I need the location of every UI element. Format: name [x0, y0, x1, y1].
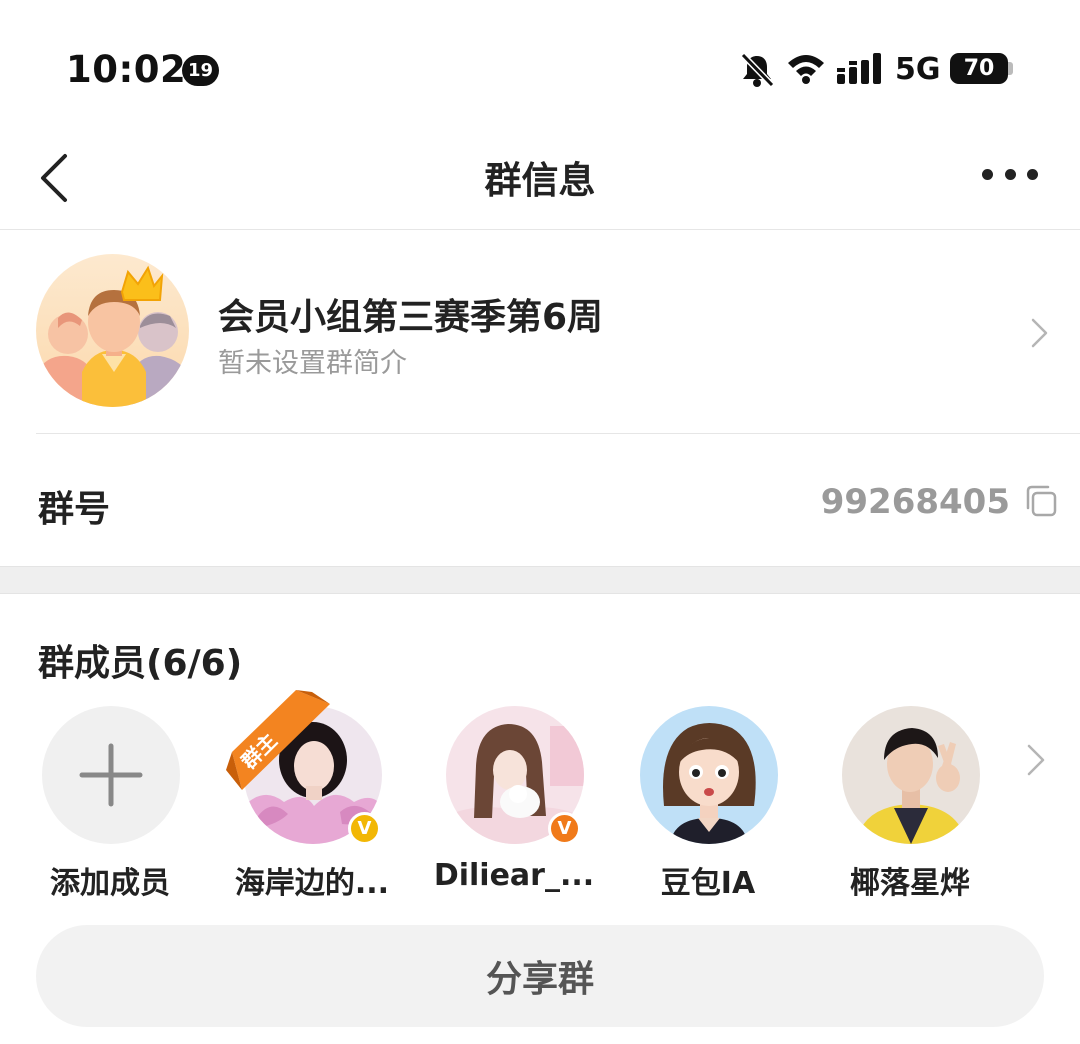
status-time: 10:02 [66, 48, 187, 91]
group-id-row: 群号 99268405 [0, 434, 1080, 566]
status-bar: 10:02 19 5G 70 [0, 0, 1080, 130]
nav-bar: 群信息 [0, 130, 1080, 230]
member-item[interactable]: 豆包IA [608, 706, 808, 901]
group-avatar [36, 254, 189, 407]
signal-icon [837, 53, 881, 84]
more-options-button[interactable] [972, 156, 1048, 192]
page-title: 群信息 [484, 159, 596, 202]
section-divider [0, 566, 1080, 594]
member-name: 豆包IA [660, 866, 756, 901]
battery-icon: 70 [950, 53, 1008, 84]
group-id-label: 群号 [38, 489, 111, 530]
share-group-button[interactable]: 分享群 [36, 925, 1044, 1027]
member-avatar [640, 706, 778, 844]
member-photo [640, 706, 778, 844]
more-dot [1004, 168, 1016, 180]
mute-bell-icon [740, 52, 775, 88]
battery-level: 70 [963, 56, 995, 81]
group-people-icon [36, 254, 189, 407]
group-name: 会员小组第三赛季第6周 [218, 297, 604, 338]
copy-icon[interactable] [1024, 484, 1058, 518]
add-member-label: 添加成员 [50, 866, 170, 901]
battery-cap [1008, 62, 1013, 75]
add-member-button[interactable]: 添加成员 [10, 706, 210, 901]
more-dots-icon [982, 168, 993, 180]
member-item[interactable]: V Diliear_... [414, 706, 614, 896]
chevron-right-icon[interactable] [1020, 738, 1052, 782]
member-item[interactable]: 椰落星烨 [810, 706, 1010, 901]
plus-icon [79, 743, 143, 807]
group-id-value: 99268405 [820, 482, 1010, 522]
wifi-icon [788, 55, 824, 84]
member-name: 海岸边的... [234, 866, 390, 901]
member-name: 椰落星烨 [850, 866, 970, 901]
verified-badge: V [548, 812, 581, 845]
notification-count-badge: 19 [182, 55, 219, 86]
chevron-right-icon [1031, 318, 1048, 348]
member-photo [842, 706, 980, 844]
more-dot [1027, 168, 1038, 180]
member-avatar [842, 706, 980, 844]
verified-badge: V [348, 812, 381, 845]
member-name: Diliear_... [433, 858, 595, 893]
group-description: 暂未设置群简介 [218, 348, 407, 379]
owner-ribbon: 群主 [226, 690, 330, 790]
network-type-label: 5G [895, 52, 941, 87]
members-section-title: 群成员(6/6) [38, 643, 243, 684]
add-member-circle [42, 706, 180, 844]
group-profile-row[interactable]: 会员小组第三赛季第6周 暂未设置群简介 [0, 231, 1080, 433]
